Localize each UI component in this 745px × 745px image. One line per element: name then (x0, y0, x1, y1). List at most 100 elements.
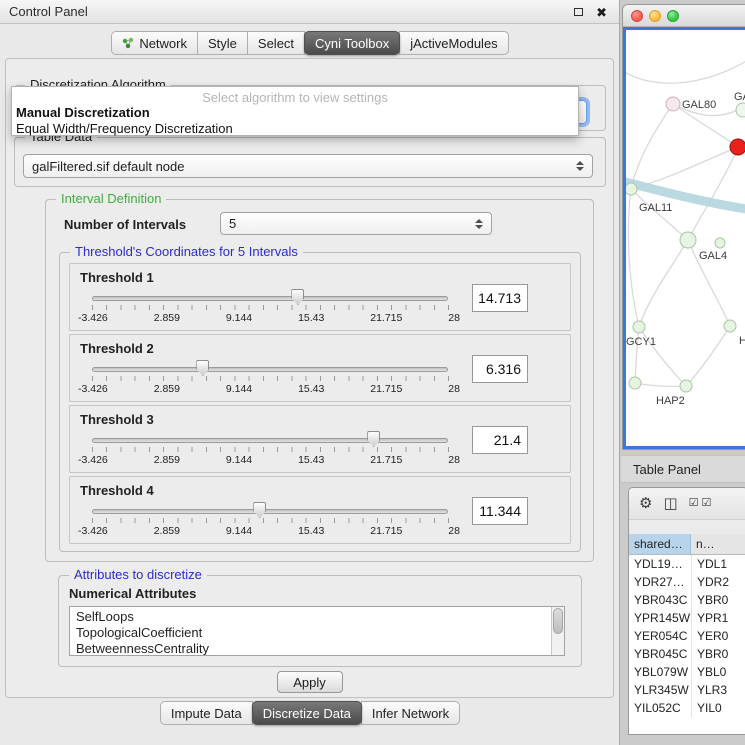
slider-thumb[interactable] (196, 360, 209, 376)
scrollbar-thumb[interactable] (553, 608, 563, 634)
slider-thumb[interactable] (253, 502, 266, 518)
minimize-traffic-light-icon[interactable] (649, 10, 661, 22)
threshold-1-panel: Threshold 1 -3.426 2.859 9.144 15.43 21.… (69, 263, 571, 331)
threshold-1-slider[interactable]: -3.426 2.859 9.144 15.43 21.715 28 (92, 288, 448, 328)
threshold-coordinates-group-title: Threshold's Coordinates for 5 Intervals (70, 244, 303, 259)
table-row[interactable]: YIL052CYIL0 (629, 699, 745, 717)
threshold-1-value-field[interactable]: 14.713 (472, 284, 528, 312)
network-canvas[interactable]: GAL80 GA GAL11 GAL4 GCY1 H HAP2 (626, 30, 745, 448)
select-none-checkbox-icon[interactable]: ☑ (702, 498, 712, 509)
threshold-1-label: Threshold 1 (80, 270, 154, 285)
threshold-4-slider[interactable]: -3.426 2.859 9.144 15.43 21.715 28 (92, 501, 448, 541)
threshold-3-label: Threshold 3 (80, 412, 154, 427)
column-header-name[interactable]: n… (691, 534, 745, 554)
tab-infer-network[interactable]: Infer Network (361, 701, 460, 725)
slider-thumb[interactable] (291, 289, 304, 305)
threshold-2-panel: Threshold 2 -3.426 2.859 9.144 15.43 21.… (69, 334, 571, 402)
table-row[interactable]: YBR045CYBR0 (629, 645, 745, 663)
apply-button[interactable]: Apply (277, 671, 343, 693)
select-all-checkbox-icon[interactable]: ☑ (689, 498, 699, 509)
tab-network[interactable]: Network (111, 31, 198, 55)
list-item[interactable]: SelfLoops (70, 609, 564, 625)
table-panel-header: Table Panel (621, 455, 745, 483)
zoom-traffic-light-icon[interactable] (667, 10, 679, 22)
window-title: Control Panel (9, 4, 88, 19)
list-item[interactable]: BetweennessCentrality (70, 641, 564, 656)
slider-track[interactable] (92, 367, 448, 372)
table-row[interactable]: YLR345WYLR3 (629, 681, 745, 699)
dropdown-option-manual-discretization[interactable]: Manual Discretization (12, 105, 578, 121)
close-traffic-light-icon[interactable] (631, 10, 643, 22)
table-row[interactable]: YBL079WYBL0 (629, 663, 745, 681)
numerical-attributes-list[interactable]: SelfLoops TopologicalCoefficient Between… (69, 606, 565, 656)
selected-network-node[interactable] (730, 139, 745, 155)
float-window-icon[interactable] (574, 8, 583, 16)
number-of-intervals-value: 5 (229, 216, 236, 231)
attributes-group: Attributes to discretize Numerical Attri… (58, 575, 582, 667)
interval-definition-group-title: Interval Definition (56, 191, 166, 206)
list-scrollbar[interactable] (551, 607, 564, 655)
network-node[interactable] (633, 321, 645, 333)
gear-icon[interactable]: ⚙ (639, 496, 652, 511)
slider-track[interactable] (92, 438, 448, 443)
slider-thumb[interactable] (367, 431, 380, 447)
network-node[interactable] (680, 380, 692, 392)
network-node-labels: GAL80 GA GAL11 GAL4 GCY1 H HAP2 (626, 91, 745, 407)
column-header-shared-name[interactable]: shared… (629, 534, 691, 554)
slider-track[interactable] (92, 509, 448, 514)
slider-track[interactable] (92, 296, 448, 301)
algorithm-dropdown-popup: Select algorithm to view settings Manual… (11, 86, 579, 136)
network-node[interactable] (736, 103, 745, 117)
threshold-4-panel: Threshold 4 -3.426 2.859 9.144 15.43 21.… (69, 476, 571, 544)
combo-arrows-icon (475, 219, 483, 229)
cyni-toolbox-panel: Discretization Algorithm Table Data galF… (5, 58, 614, 698)
network-node[interactable] (666, 97, 680, 111)
number-of-intervals-label: Number of Intervals (64, 217, 186, 232)
tab-impute-data[interactable]: Impute Data (160, 701, 253, 725)
network-node-label: H (739, 335, 745, 347)
threshold-4-value-field[interactable]: 11.344 (472, 497, 528, 525)
columns-icon[interactable]: ◫ (663, 496, 677, 511)
network-node[interactable] (626, 183, 637, 195)
control-panel-titlebar: Control Panel ✖ (0, 0, 619, 24)
table-panel-window: ⚙ ◫ ☑ ☑ shared… n… YDL19…YDL1 YDR27…YDR2… (628, 487, 745, 735)
tab-cyni-toolbox[interactable]: Cyni Toolbox (304, 31, 400, 55)
tab-style[interactable]: Style (197, 31, 248, 55)
table-row[interactable]: YDL19…YDL1 (629, 555, 745, 573)
table-header-row: shared… n… (629, 534, 745, 555)
threshold-2-slider[interactable]: -3.426 2.859 9.144 15.43 21.715 28 (92, 359, 448, 399)
threshold-3-slider[interactable]: -3.426 2.859 9.144 15.43 21.715 28 (92, 430, 448, 470)
table-data-value: galFiltered.sif default node (32, 159, 184, 174)
network-node-label: GAL4 (699, 250, 727, 262)
slider-tick-labels: -3.426 2.859 9.144 15.43 21.715 28 (78, 454, 460, 466)
network-window-titlebar (623, 5, 745, 27)
list-item[interactable]: TopologicalCoefficient (70, 625, 564, 641)
slider-tick-labels: -3.426 2.859 9.144 15.43 21.715 28 (78, 525, 460, 537)
tab-discretize-data[interactable]: Discretize Data (252, 701, 362, 725)
dropdown-option-equal-width-frequency[interactable]: Equal Width/Frequency Discretization (12, 121, 578, 137)
threshold-2-value-field[interactable]: 6.316 (472, 355, 528, 383)
threshold-coordinates-group: Threshold's Coordinates for 5 Intervals … (59, 252, 581, 552)
threshold-3-value-field[interactable]: 21.4 (472, 426, 528, 454)
network-node[interactable] (724, 320, 736, 332)
tab-jactivemodules[interactable]: jActiveModules (399, 31, 508, 55)
slider-ticks (92, 305, 449, 310)
network-node[interactable] (715, 238, 725, 248)
numerical-attributes-label: Numerical Attributes (69, 586, 196, 601)
close-icon[interactable]: ✖ (596, 6, 607, 19)
table-row[interactable]: YBR043CYBR0 (629, 591, 745, 609)
table-panel-title: Table Panel (633, 462, 701, 477)
desktop: Control Panel ✖ Network (0, 0, 745, 745)
threshold-3-panel: Threshold 3 -3.426 2.859 9.144 15.43 21.… (69, 405, 571, 473)
network-node[interactable] (629, 377, 641, 389)
number-of-intervals-combobox[interactable]: 5 (220, 212, 492, 235)
table-row[interactable]: YPR145WYPR1 (629, 609, 745, 627)
table-row[interactable]: YER054CYER0 (629, 627, 745, 645)
network-node[interactable] (680, 232, 696, 248)
table-row[interactable]: YDR27…YDR2 (629, 573, 745, 591)
interval-definition-group: Interval Definition Number of Intervals … (45, 199, 594, 562)
network-node-label: GAL80 (682, 99, 716, 111)
tab-select[interactable]: Select (247, 31, 305, 55)
network-node-label: HAP2 (656, 395, 685, 407)
table-data-combobox[interactable]: galFiltered.sif default node (23, 154, 593, 178)
